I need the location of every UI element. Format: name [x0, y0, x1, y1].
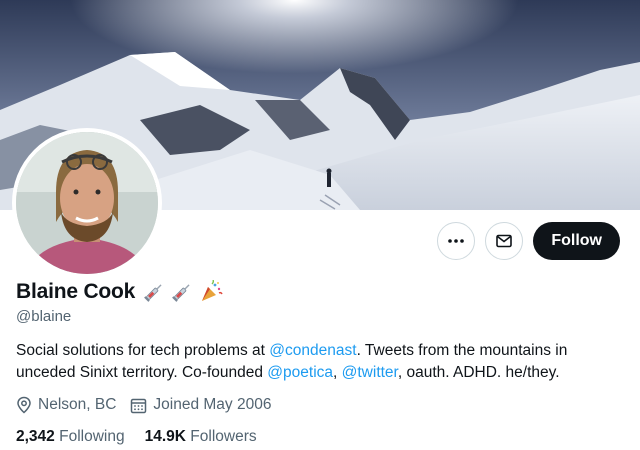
- followers-label: Followers: [190, 428, 257, 445]
- location-pin-icon: [17, 396, 31, 414]
- following-label: Following: [59, 428, 125, 445]
- more-button[interactable]: [437, 222, 476, 260]
- join-date-text: Joined May 2006: [153, 396, 272, 413]
- following-count: 2,342: [16, 428, 55, 445]
- message-button[interactable]: [485, 222, 524, 260]
- bio-text: , oauth. ADHD. he/they.: [397, 364, 560, 381]
- name-row: Blaine Cook: [16, 280, 223, 304]
- syringe-emoji: [172, 284, 190, 302]
- join-date: Joined May 2006: [130, 396, 271, 414]
- location: Nelson, BC: [16, 396, 116, 414]
- mention-condenast[interactable]: @condenast: [269, 342, 356, 359]
- location-text: Nelson, BC: [38, 396, 117, 413]
- bio-text: Social solutions for tech problems at: [16, 342, 270, 359]
- followers-link[interactable]: 14.9K Followers: [145, 428, 257, 446]
- handle: @blaine: [16, 308, 72, 325]
- envelope-icon: [496, 234, 513, 248]
- mention-twitter[interactable]: @twitter: [342, 364, 398, 381]
- following-link[interactable]: 2,342 Following: [16, 428, 125, 446]
- followers-count: 14.9K: [144, 428, 186, 445]
- display-name: Blaine Cook: [16, 280, 136, 303]
- profile-avatar[interactable]: [12, 128, 162, 278]
- name-emojis: [143, 280, 223, 304]
- bio: Social solutions for tech problems at @c…: [16, 340, 616, 384]
- bio-text: ,: [333, 364, 342, 381]
- avatar-photo: [16, 132, 158, 274]
- party-popper-emoji: [202, 280, 223, 301]
- follow-stats: 2,342 Following 14.9K Followers: [16, 428, 257, 446]
- more-horizontal-icon: [448, 239, 465, 243]
- profile-meta: Nelson, BC Joined May 2006: [16, 396, 271, 414]
- mention-poetica[interactable]: @poetica: [267, 364, 333, 381]
- follow-button[interactable]: Follow: [533, 222, 620, 260]
- calendar-icon: [131, 398, 147, 413]
- profile-actions: Follow: [437, 222, 620, 260]
- syringe-emoji: [144, 284, 162, 302]
